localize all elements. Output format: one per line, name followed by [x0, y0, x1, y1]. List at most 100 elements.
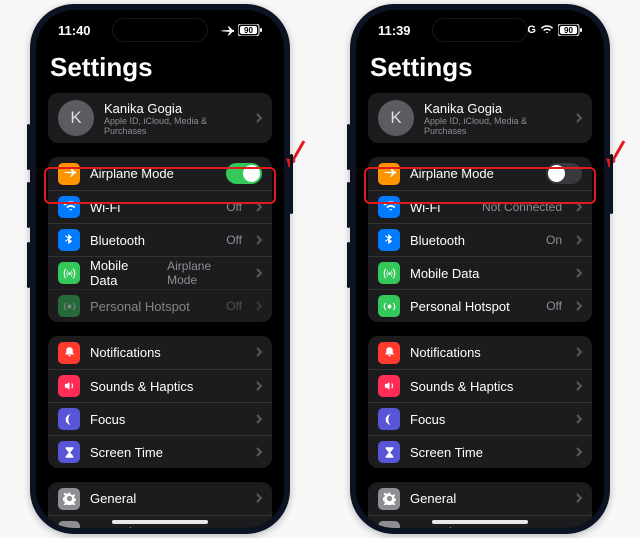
hourglass-icon — [58, 441, 80, 463]
chevron-right-icon — [256, 233, 262, 248]
chevron-right-icon — [256, 266, 262, 281]
row-general[interactable]: General — [48, 482, 272, 515]
annotation-arrow — [604, 139, 628, 178]
wifi-icon — [540, 25, 554, 35]
chevron-right-icon — [576, 445, 582, 460]
row-bluetooth[interactable]: BluetoothOn — [368, 223, 592, 256]
row-value: Off — [226, 299, 242, 313]
chevron-right-icon — [576, 379, 582, 394]
row-value: Airplane Mode — [167, 259, 242, 287]
connectivity-group: Airplane ModeWi-FiOffBluetoothOffMobile … — [48, 157, 272, 322]
status-right: 90 — [220, 24, 262, 36]
settings-scroll[interactable]: Settings K Kanika Gogia Apple ID, iCloud… — [36, 50, 284, 528]
row-value: Off — [226, 200, 242, 214]
account-group: K Kanika Gogia Apple ID, iCloud, Media &… — [368, 93, 592, 143]
row-value: Not Connected — [482, 200, 562, 214]
row-label: Control Centre — [410, 525, 495, 529]
row-personal-hotspot[interactable]: Personal Hotspot Off — [48, 289, 272, 322]
switches-icon — [378, 521, 400, 528]
row-label: Personal Hotspot — [410, 299, 510, 314]
phone-right: 11:39 4G 90 Settings K Kanika Gogia Appl… — [350, 4, 610, 534]
annotation-arrow — [284, 139, 308, 178]
row-value: On — [546, 233, 562, 247]
toggle-airplane-mode[interactable] — [226, 163, 262, 184]
status-time: 11:40 — [58, 23, 91, 38]
connectivity-group: Airplane Mode Wi-Fi Not Connected Bluetooth… — [368, 157, 592, 322]
wifi-icon — [58, 196, 80, 218]
svg-text:90: 90 — [244, 26, 253, 35]
bluetooth-icon — [58, 229, 80, 251]
switches-icon — [58, 521, 80, 528]
row-label: Airplane Mode — [410, 166, 494, 181]
svg-text:90: 90 — [564, 26, 573, 35]
page-title: Settings — [370, 52, 592, 83]
row-personal-hotspot[interactable]: Personal Hotspot Off — [368, 289, 592, 322]
battery-icon: 90 — [558, 24, 582, 36]
alerts-group: Notifications Sounds & Haptics Focus Screen… — [48, 336, 272, 468]
account-sub: Apple ID, iCloud, Media & Purchases — [104, 116, 242, 136]
page-title: Settings — [50, 52, 272, 83]
chevron-right-icon — [576, 345, 582, 360]
row-airplane-mode[interactable]: Airplane Mode — [48, 157, 272, 190]
row-screen-time[interactable]: Screen Time — [368, 435, 592, 468]
hotspot-icon — [58, 295, 80, 317]
row-label: Personal Hotspot — [90, 299, 190, 314]
row-label: General — [90, 491, 136, 506]
row-general[interactable]: General — [368, 482, 592, 515]
chevron-right-icon — [576, 491, 582, 506]
row-sounds-haptics[interactable]: Sounds & Haptics — [48, 369, 272, 402]
row-label: Mobile Data — [410, 266, 479, 281]
screen-left: 11:40 90 Settings K Kanika Gogia Apple I… — [36, 10, 284, 528]
row-screen-time[interactable]: Screen Time — [48, 435, 272, 468]
account-name: Kanika Gogia — [424, 101, 562, 116]
account-group: K Kanika Gogia Apple ID, iCloud, Media &… — [48, 93, 272, 143]
chevron-right-icon — [256, 200, 262, 215]
row-label: Airplane Mode — [90, 166, 174, 181]
account-name: Kanika Gogia — [104, 101, 242, 116]
row-notifications[interactable]: Notifications — [368, 336, 592, 369]
row-label: Wi-Fi — [90, 200, 120, 215]
toggle-airplane-mode[interactable] — [546, 163, 582, 184]
row-mobile-data[interactable]: Mobile Data — [368, 256, 592, 289]
notch — [112, 18, 208, 42]
airplane-icon — [378, 163, 400, 185]
chevron-right-icon — [576, 412, 582, 427]
chevron-right-icon — [576, 200, 582, 215]
row-label: Wi-Fi — [410, 200, 440, 215]
chevron-right-icon — [576, 525, 582, 529]
battery-icon: 90 — [238, 24, 262, 36]
bluetooth-icon — [378, 229, 400, 251]
antenna-icon — [378, 262, 400, 284]
alerts-group: NotificationsSounds & HapticsFocus Screen… — [368, 336, 592, 468]
row-label: Screen Time — [410, 445, 483, 460]
account-sub: Apple ID, iCloud, Media & Purchases — [424, 116, 562, 136]
row-wi-fi[interactable]: Wi-Fi Not Connected — [368, 190, 592, 223]
row-focus[interactable]: Focus — [48, 402, 272, 435]
row-notifications[interactable]: Notifications — [48, 336, 272, 369]
chevron-right-icon — [256, 445, 262, 460]
row-airplane-mode[interactable]: Airplane Mode — [368, 157, 592, 190]
settings-scroll[interactable]: Settings K Kanika Gogia Apple ID, iCloud… — [356, 50, 604, 528]
notch — [432, 18, 528, 42]
chevron-right-icon — [256, 379, 262, 394]
row-label: Bluetooth — [90, 233, 145, 248]
account-row[interactable]: K Kanika Gogia Apple ID, iCloud, Media &… — [48, 93, 272, 143]
hourglass-icon — [378, 441, 400, 463]
row-value: Off — [546, 299, 562, 313]
screen-right: 11:39 4G 90 Settings K Kanika Gogia Appl… — [356, 10, 604, 528]
row-sounds-haptics[interactable]: Sounds & Haptics — [368, 369, 592, 402]
row-wi-fi[interactable]: Wi-Fi Off — [48, 190, 272, 223]
row-label: General — [410, 491, 456, 506]
row-focus[interactable]: Focus — [368, 402, 592, 435]
chevron-right-icon — [256, 525, 262, 529]
home-indicator[interactable] — [112, 520, 208, 524]
account-row[interactable]: K Kanika Gogia Apple ID, iCloud, Media &… — [368, 93, 592, 143]
row-label: Mobile Data — [90, 258, 157, 288]
chevron-right-icon — [576, 299, 582, 314]
row-label: Sounds & Haptics — [90, 379, 193, 394]
row-label: Screen Time — [90, 445, 163, 460]
row-mobile-data[interactable]: Mobile Data Airplane Mode — [48, 256, 272, 289]
row-bluetooth[interactable]: BluetoothOff — [48, 223, 272, 256]
airplane-icon — [220, 25, 234, 36]
home-indicator[interactable] — [432, 520, 528, 524]
